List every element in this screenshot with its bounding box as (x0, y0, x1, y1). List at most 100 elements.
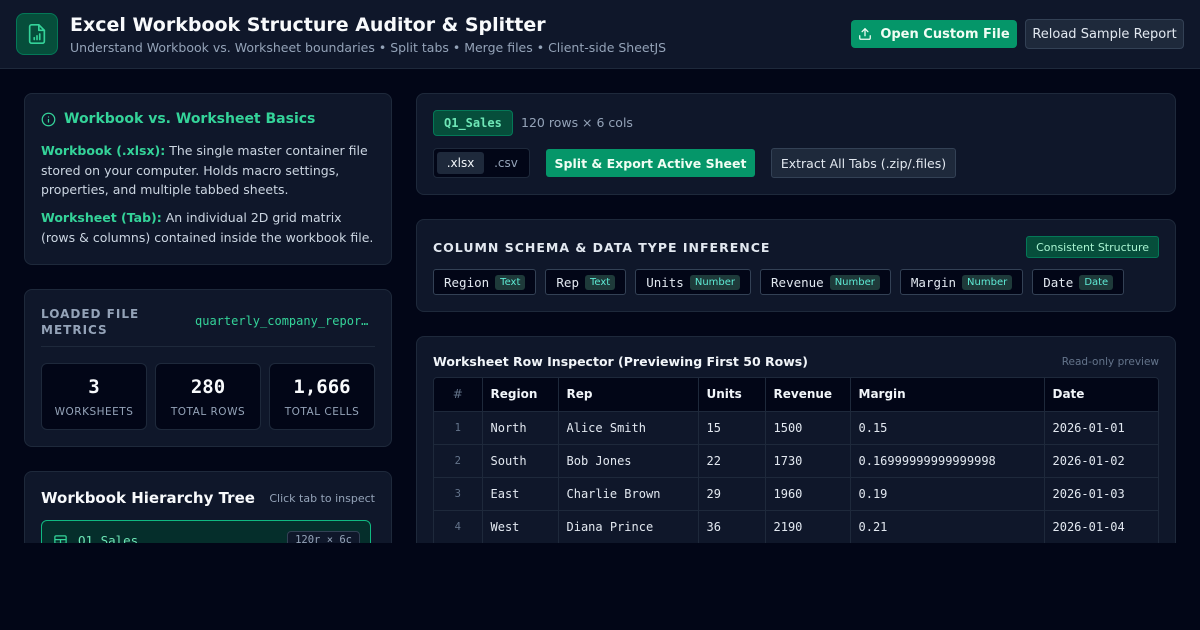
open-custom-file-label: Open Custom File (880, 26, 1010, 42)
worksheet-definition: Worksheet (Tab): An individual 2D grid m… (41, 208, 375, 247)
table-row: 3 East Charlie Brown 29 1960 0.19 2026-0… (434, 477, 1158, 511)
column-name: Revenue (771, 274, 824, 290)
app-title: Excel Workbook Structure Auditor & Split… (70, 14, 546, 36)
schema-status-badge: Consistent Structure (1026, 236, 1159, 258)
table-cell: Charlie Brown (558, 477, 699, 511)
export-format-toggle: .xlsx .csv (433, 148, 530, 178)
column-header: Date (1044, 378, 1158, 412)
row-inspector-card: Worksheet Row Inspector (Previewing Firs… (416, 336, 1176, 543)
inspector-title: Worksheet Row Inspector (Previewing Firs… (433, 354, 808, 369)
table-cell: 2026-01-04 (1044, 510, 1158, 543)
table-cell: Bob Jones (558, 444, 699, 478)
column-header: Revenue (765, 378, 851, 412)
format-xlsx-option[interactable]: .xlsx (437, 152, 484, 174)
basics-card: Workbook vs. Worksheet Basics Workbook (… (24, 93, 392, 265)
table-cell: 1730 (765, 444, 851, 478)
table-cell: 15 (698, 411, 766, 445)
tree-hint: Click tab to inspect (269, 492, 375, 505)
table-cell: 0.21 (850, 510, 1045, 543)
hierarchy-tree-card: Workbook Hierarchy Tree Click tab to ins… (24, 471, 392, 543)
open-custom-file-button[interactable]: Open Custom File (851, 20, 1017, 48)
column-header: Units (698, 378, 766, 412)
column-name: Date (1043, 274, 1074, 290)
workbook-term: Workbook (.xlsx): (41, 143, 166, 158)
active-sheet-dims: 120 rows × 6 cols (521, 115, 633, 130)
column-type-tag: Number (689, 274, 741, 290)
column-type-tag: Number (962, 274, 1013, 290)
column-name: Region (444, 274, 490, 290)
table-header-row: # Region Rep Units Revenue Margin Date (434, 378, 1158, 412)
stat-value: 3 (88, 376, 100, 398)
app-header: Excel Workbook Structure Auditor & Split… (0, 0, 1200, 69)
table-cell: 0.19 (850, 477, 1045, 511)
column-schema-card: COLUMN SCHEMA & DATA TYPE INFERENCE Cons… (416, 219, 1176, 312)
table-cell: 0.15 (850, 411, 1045, 445)
column-chip: Units Number (635, 269, 752, 295)
column-header: # (434, 378, 483, 412)
column-header: Margin (850, 378, 1045, 412)
row-index: 2 (434, 444, 483, 478)
table-cell: 2026-01-03 (1044, 477, 1158, 511)
column-chip: Revenue Number (760, 269, 891, 295)
divider (41, 346, 375, 347)
table-cell: West (482, 510, 559, 543)
stat-total-rows: 280 TOTAL ROWS (155, 363, 261, 430)
table-cell: 0.16999999999999998 (850, 444, 1045, 478)
table-row: 4 West Diana Prince 36 2190 0.21 2026-01… (434, 510, 1158, 543)
extract-all-tabs-button[interactable]: Extract All Tabs (.zip/.files) (771, 148, 956, 178)
table-cell: 2190 (765, 510, 851, 543)
column-name: Units (646, 274, 684, 290)
active-sheet-card: Q1_Sales 120 rows × 6 cols .xlsx .csv Sp… (416, 93, 1176, 195)
column-name: Rep (556, 274, 579, 290)
info-icon (41, 112, 56, 126)
table-cell: North (482, 411, 559, 445)
column-chip: Date Date (1032, 269, 1125, 295)
basics-title: Workbook vs. Worksheet Basics (41, 111, 315, 127)
active-sheet-badge: Q1_Sales (433, 110, 513, 136)
table-cell: 1500 (765, 411, 851, 445)
column-type-tag: Text (495, 274, 526, 290)
column-type-tag: Text (584, 274, 616, 290)
tree-item-name: Q1_Sales (78, 533, 139, 543)
column-header: Region (482, 378, 559, 412)
stat-label: TOTAL ROWS (170, 406, 246, 418)
tree-item-q1-sales[interactable]: Q1_Sales 120r × 6c (41, 520, 371, 543)
inspector-hint: Read-only preview (1061, 356, 1159, 368)
column-name: Margin (910, 274, 957, 290)
format-csv-option[interactable]: .csv (486, 152, 526, 174)
column-type-tag: Number (829, 274, 880, 290)
workbook-definition: Workbook (.xlsx): The single master cont… (41, 141, 375, 200)
column-header: Rep (558, 378, 699, 412)
row-index: 4 (434, 510, 483, 543)
tree-item-dims: 120r × 6c (287, 531, 360, 543)
schema-title: COLUMN SCHEMA & DATA TYPE INFERENCE (433, 240, 771, 255)
table-row: 1 North Alice Smith 15 1500 0.15 2026-01… (434, 411, 1158, 445)
stat-total-cells: 1,666 TOTAL CELLS (269, 363, 375, 430)
table-cell: East (482, 477, 559, 511)
table-cell: Alice Smith (558, 411, 699, 445)
row-index: 3 (434, 477, 483, 511)
file-metrics-card: LOADED FILE METRICS quarterly_company_re… (24, 289, 392, 447)
schema-columns: Region Text Rep Text Units Number Revenu… (433, 269, 1125, 295)
table-cell: Diana Prince (558, 510, 699, 543)
stat-label: WORKSHEETS (54, 406, 134, 418)
reload-sample-report-button[interactable]: Reload Sample Report (1025, 19, 1184, 49)
column-chip: Margin Number (899, 269, 1024, 295)
table-cell: 2026-01-02 (1044, 444, 1158, 478)
stat-worksheets: 3 WORKSHEETS (41, 363, 147, 430)
table-row: 2 South Bob Jones 22 1730 0.169999999999… (434, 444, 1158, 478)
app-subtitle: Understand Workbook vs. Worksheet bounda… (70, 40, 667, 55)
stat-value: 280 (190, 376, 226, 398)
row-index: 1 (434, 411, 483, 445)
row-inspector-table[interactable]: # Region Rep Units Revenue Margin Date 1… (433, 377, 1159, 543)
stat-value: 1,666 (293, 376, 351, 398)
column-chip: Region Text (433, 269, 537, 295)
upload-icon (859, 28, 872, 40)
table-cell: 2026-01-01 (1044, 411, 1158, 445)
basics-title-text: Workbook vs. Worksheet Basics (64, 111, 316, 127)
column-chip: Rep Text (545, 269, 627, 295)
table-cell: 36 (698, 510, 766, 543)
split-export-button[interactable]: Split & Export Active Sheet (546, 149, 755, 177)
table-cell: 22 (698, 444, 766, 478)
spreadsheet-file-icon (16, 13, 58, 55)
